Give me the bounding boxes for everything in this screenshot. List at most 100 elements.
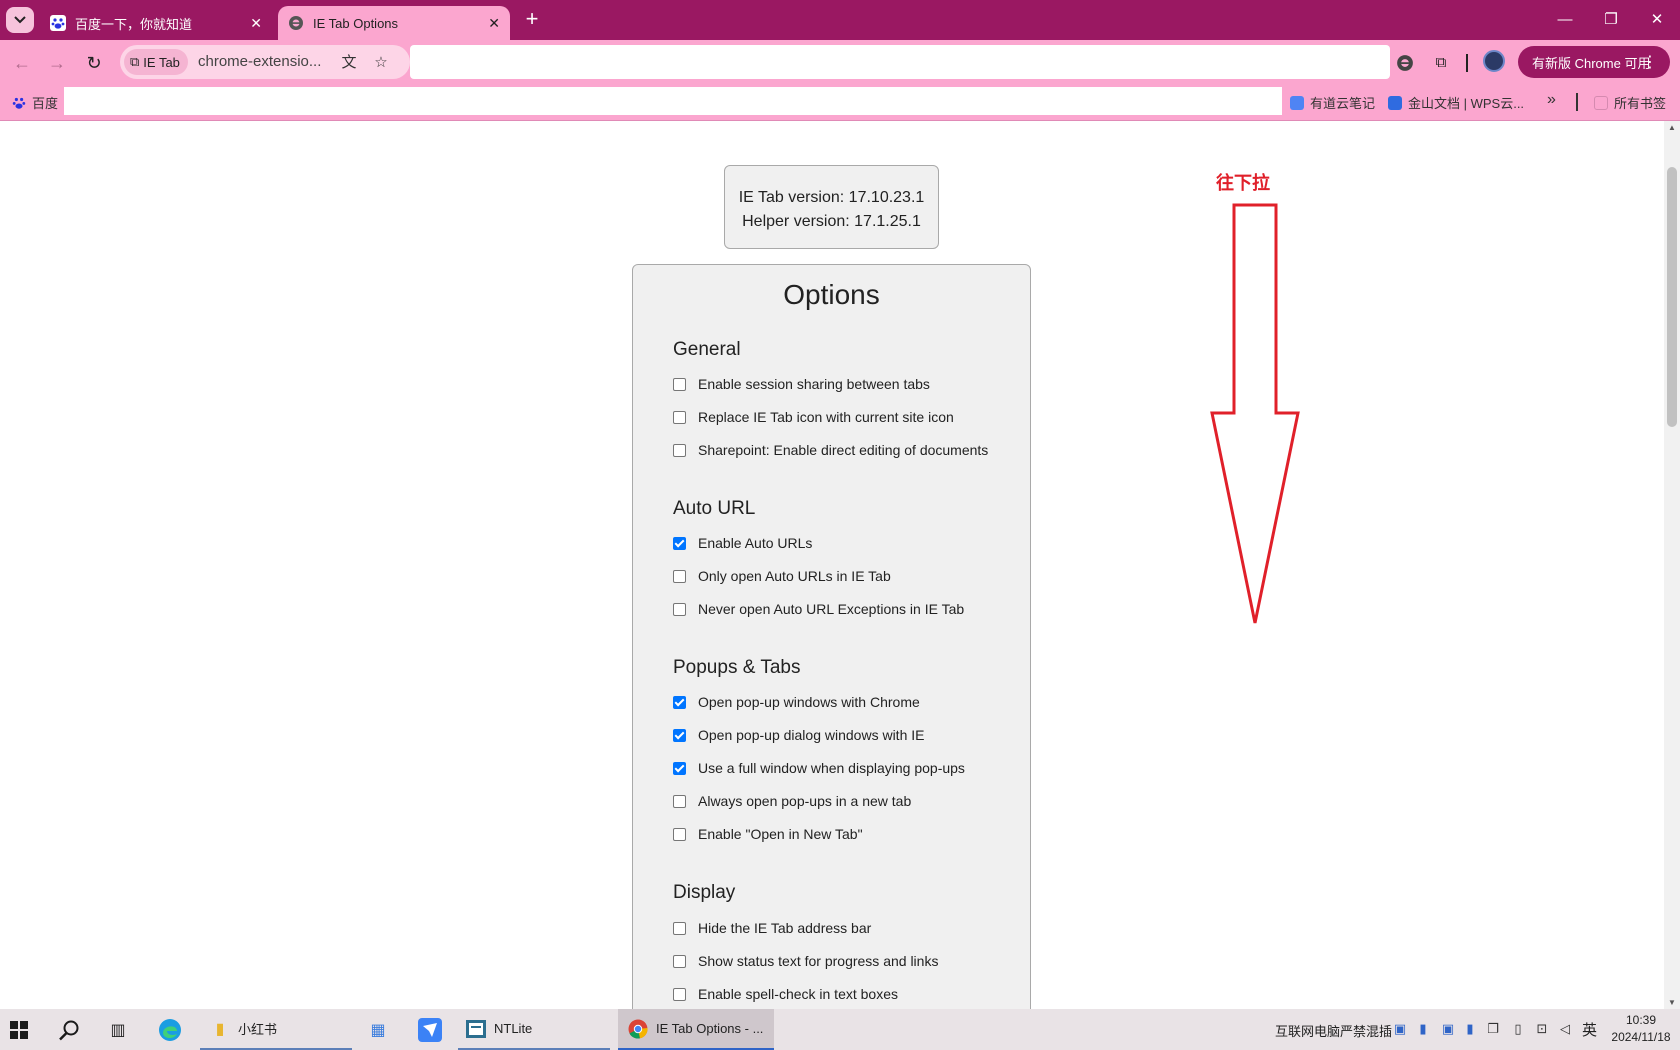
back-button[interactable]: ← bbox=[9, 50, 35, 76]
taskbar-feishu[interactable] bbox=[418, 1009, 448, 1050]
scroll-up-icon[interactable]: ▲ bbox=[1668, 123, 1676, 132]
cloud-sync-icon[interactable]: ▣ bbox=[1440, 1021, 1456, 1037]
checkbox[interactable] bbox=[673, 827, 686, 841]
security-icon[interactable]: ▮ bbox=[1462, 1021, 1478, 1037]
scroll-thumb[interactable] bbox=[1667, 167, 1677, 427]
section-title-popups-tabs: Popups & Tabs bbox=[673, 657, 801, 678]
helper-version: Helper version: 17.1.25.1 bbox=[742, 213, 921, 230]
update-chrome-button[interactable]: 有新版 Chrome 可用 ⋮ bbox=[1518, 46, 1670, 78]
option-session-sharing[interactable]: Enable session sharing between tabs bbox=[673, 376, 930, 392]
scroll-down-icon[interactable]: ▼ bbox=[1668, 998, 1676, 1007]
profile-avatar[interactable] bbox=[1483, 50, 1505, 72]
checkbox[interactable] bbox=[673, 987, 686, 1001]
option-dialogs-with-ie[interactable]: Open pop-up dialog windows with IE bbox=[673, 727, 924, 743]
baidu-paw-icon bbox=[12, 96, 26, 110]
extensions-puzzle-icon[interactable]: ⧉ bbox=[1430, 52, 1452, 74]
option-never-open-exceptions[interactable]: Never open Auto URL Exceptions in IE Tab bbox=[673, 601, 964, 617]
restore-button[interactable]: ❐ bbox=[1588, 6, 1634, 34]
start-button[interactable] bbox=[10, 1009, 40, 1050]
option-full-window-popups[interactable]: Use a full window when displaying pop-up… bbox=[673, 760, 965, 776]
bookmark-edit-field[interactable] bbox=[64, 87, 1282, 115]
device-icon[interactable]: ▯ bbox=[1510, 1021, 1526, 1037]
all-bookmarks-button[interactable]: 所有书签 bbox=[1594, 93, 1666, 112]
bookmark-label: 有道云笔记 bbox=[1310, 96, 1376, 111]
checkbox[interactable] bbox=[673, 695, 686, 709]
site-chip-label: IE Tab bbox=[143, 54, 180, 70]
ie-tab-extension-icon[interactable] bbox=[1394, 52, 1416, 74]
option-only-open-auto-urls[interactable]: Only open Auto URLs in IE Tab bbox=[673, 568, 891, 584]
copy-icon[interactable]: ❐ bbox=[1485, 1021, 1501, 1037]
option-label: Enable "Open in New Tab" bbox=[698, 826, 863, 842]
options-title: Options bbox=[783, 279, 880, 310]
bookmark-kingsoft-docs[interactable]: 金山文档 | WPS云... bbox=[1388, 93, 1524, 112]
store-icon: ▦ bbox=[370, 1021, 386, 1039]
checkbox[interactable] bbox=[673, 569, 686, 583]
new-tab-button[interactable]: + bbox=[520, 8, 544, 32]
checkbox[interactable] bbox=[673, 602, 686, 616]
reload-button[interactable]: ↻ bbox=[81, 50, 107, 76]
option-popups-new-tab[interactable]: Always open pop-ups in a new tab bbox=[673, 793, 911, 809]
option-hide-address-bar[interactable]: Hide the IE Tab address bar bbox=[673, 920, 871, 936]
ime-indicator[interactable]: 英 bbox=[1582, 1019, 1597, 1040]
more-menu-icon[interactable]: ⋮ bbox=[1642, 52, 1658, 72]
option-enable-auto-urls[interactable]: Enable Auto URLs bbox=[673, 535, 812, 551]
address-input[interactable] bbox=[410, 45, 1390, 79]
option-label: Only open Auto URLs in IE Tab bbox=[698, 568, 891, 584]
omnibox[interactable]: ⧉ IE Tab chrome-extensio... 文 ☆ bbox=[120, 45, 410, 79]
baidu-paw-icon bbox=[50, 15, 66, 31]
translate-icon[interactable]: 文 bbox=[340, 54, 358, 72]
option-status-text[interactable]: Show status text for progress and links bbox=[673, 953, 938, 969]
section-title-general: General bbox=[673, 339, 741, 360]
option-popups-with-chrome[interactable]: Open pop-up windows with Chrome bbox=[673, 694, 920, 710]
all-bookmarks-label: 所有书签 bbox=[1614, 96, 1667, 111]
option-spell-check[interactable]: Enable spell-check in text boxes bbox=[673, 986, 898, 1002]
section-title-display: Display bbox=[673, 882, 736, 903]
forward-button[interactable]: → bbox=[44, 50, 70, 76]
edge-icon bbox=[159, 1018, 181, 1041]
site-chip[interactable]: ⧉ IE Tab bbox=[124, 49, 188, 75]
option-sharepoint-editing[interactable]: Sharepoint: Enable direct editing of doc… bbox=[673, 442, 988, 458]
star-icon[interactable]: ☆ bbox=[372, 54, 390, 72]
usb-icon[interactable]: ▮ bbox=[1415, 1021, 1431, 1037]
network-monitor-icon[interactable]: ▣ bbox=[1392, 1021, 1408, 1037]
system-clock[interactable]: 10:39 2024/11/18 bbox=[1605, 1012, 1677, 1046]
option-replace-icon[interactable]: Replace IE Tab icon with current site ic… bbox=[673, 409, 954, 425]
tray-notice-text[interactable]: 互联网电脑严禁混插 bbox=[1275, 1021, 1392, 1040]
close-window-button[interactable]: ✕ bbox=[1634, 6, 1680, 34]
tab-baidu[interactable]: 百度一下，你就知道 ✕ bbox=[40, 6, 272, 40]
checkbox[interactable] bbox=[673, 410, 686, 424]
task-view-button[interactable]: ▥ bbox=[108, 1009, 138, 1050]
taskbar-store[interactable]: ▦ bbox=[368, 1009, 398, 1050]
kingsoft-docs-icon bbox=[1388, 95, 1402, 110]
taskbar-edge[interactable] bbox=[158, 1009, 188, 1050]
network-icon[interactable]: ⊡ bbox=[1534, 1021, 1550, 1037]
checkbox[interactable] bbox=[673, 921, 686, 935]
taskbar-chrome[interactable]: IE Tab Options - ... bbox=[618, 1009, 774, 1050]
search-icon bbox=[59, 1020, 79, 1040]
close-icon[interactable]: ✕ bbox=[488, 15, 500, 31]
taskbar-xiaohongshu[interactable]: ▮ 小红书 bbox=[200, 1009, 352, 1050]
checkbox[interactable] bbox=[673, 377, 686, 391]
folder-icon: ▮ bbox=[215, 1020, 225, 1038]
checkbox[interactable] bbox=[673, 794, 686, 808]
task-view-icon: ▥ bbox=[110, 1021, 126, 1039]
bookmark-youdao[interactable]: 有道云笔记 bbox=[1290, 93, 1375, 112]
tab-ie-tab-options[interactable]: IE Tab Options ✕ bbox=[278, 6, 510, 40]
feishu-bird-icon bbox=[418, 1017, 442, 1042]
page-scrollbar[interactable]: ▲ ▼ bbox=[1664, 121, 1680, 1009]
minimize-button[interactable]: — bbox=[1542, 6, 1588, 34]
volume-icon[interactable]: ◁ bbox=[1557, 1021, 1573, 1037]
bookmark-baidu[interactable]: 百度 bbox=[12, 93, 58, 112]
bookmarks-overflow-button[interactable]: » bbox=[1547, 91, 1556, 109]
checkbox[interactable] bbox=[673, 536, 686, 550]
checkbox[interactable] bbox=[673, 443, 686, 457]
checkbox[interactable] bbox=[673, 761, 686, 775]
taskbar-ntlite[interactable]: NTLite bbox=[458, 1009, 610, 1050]
search-button[interactable] bbox=[58, 1009, 88, 1050]
close-icon[interactable]: ✕ bbox=[250, 15, 262, 31]
option-open-in-new-tab[interactable]: Enable "Open in New Tab" bbox=[673, 826, 863, 842]
checkbox[interactable] bbox=[673, 728, 686, 742]
tab-search-button[interactable] bbox=[6, 7, 34, 33]
url-text[interactable]: chrome-extensio... bbox=[198, 53, 321, 70]
checkbox[interactable] bbox=[673, 954, 686, 968]
